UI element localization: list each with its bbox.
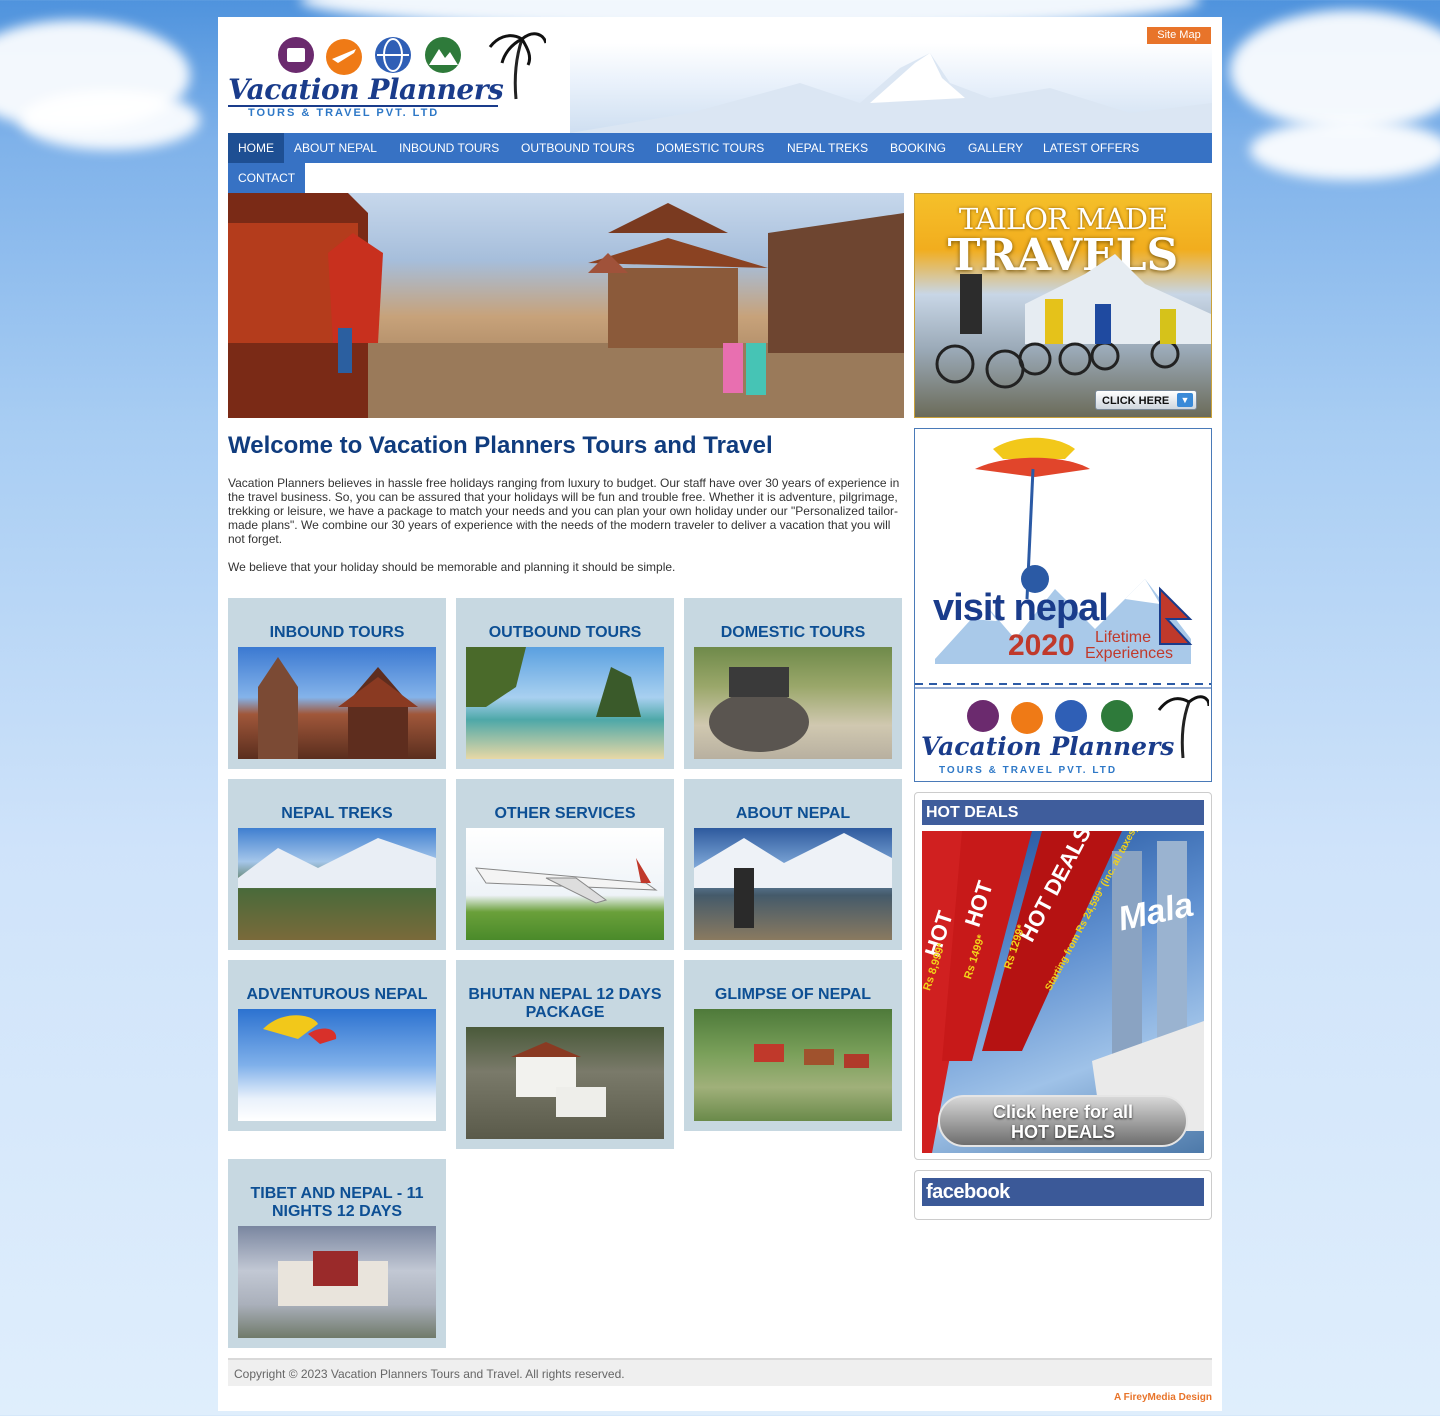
tile-bhutan-nepal-package[interactable]: BHUTAN NEPAL 12 DAYS PACKAGE bbox=[456, 960, 674, 1149]
tile-title: NEPAL TREKS bbox=[281, 805, 393, 822]
tile-image-nepal-treks[interactable] bbox=[238, 828, 436, 940]
elephant-safari-photo bbox=[709, 667, 809, 752]
hot-deals-title: HOT DEALS bbox=[922, 800, 1204, 825]
main-navigation: HOME ABOUT NEPAL INBOUND TOURS OUTBOUND … bbox=[228, 133, 1212, 193]
bg-cloud bbox=[20, 90, 200, 150]
click-here-button[interactable]: CLICK HERE ▼ bbox=[1095, 390, 1197, 410]
bg-cloud bbox=[1230, 10, 1440, 130]
nav-booking[interactable]: BOOKING bbox=[880, 133, 956, 163]
footer-copyright: Copyright © 2023 Vacation Planners Tours… bbox=[228, 1358, 1212, 1386]
sidebar-logo: Vacation Planners TOURS & TRAVEL PVT. LT… bbox=[921, 692, 1211, 780]
sidebar-logo-title: Vacation Planners bbox=[921, 732, 1175, 761]
tile-title: ADVENTUROUS NEPAL bbox=[246, 986, 428, 1003]
tile-about-nepal[interactable]: ABOUT NEPAL bbox=[684, 779, 902, 950]
facebook-widget: facebook bbox=[914, 1170, 1212, 1220]
airplane-photo bbox=[475, 858, 658, 904]
chevron-down-icon: ▼ bbox=[1177, 393, 1193, 407]
tile-image-inbound-tours[interactable] bbox=[238, 647, 436, 759]
tile-tibet-and-nepal[interactable]: TIBET AND NEPAL - 11 NIGHTS 12 DAYS bbox=[228, 1159, 446, 1348]
beach-photo bbox=[466, 647, 641, 717]
all-hot-deals-button[interactable]: Click here for all HOT DEALS bbox=[938, 1095, 1188, 1147]
hot-deals-image[interactable]: HOT HOT HOT DEALS Rs 8,999* Rs 1499* Rs … bbox=[922, 831, 1204, 1153]
tile-title: GLIMPSE OF NEPAL bbox=[714, 986, 872, 1003]
mountain-porter-photo bbox=[694, 833, 892, 928]
page-title: Welcome to Vacation Planners Tours and T… bbox=[228, 432, 773, 459]
tile-nepal-treks[interactable]: NEPAL TREKS bbox=[228, 779, 446, 950]
bg-cloud bbox=[1250, 120, 1440, 180]
nav-domestic-tours[interactable]: DOMESTIC TOURS bbox=[646, 133, 774, 163]
tile-title: TIBET AND NEPAL - 11 NIGHTS 12 DAYS bbox=[250, 1185, 424, 1220]
village-photo bbox=[754, 1044, 869, 1068]
nav-inbound-tours[interactable]: INBOUND TOURS bbox=[389, 133, 509, 163]
sidebar-logo-subtitle: TOURS & TRAVEL PVT. LTD bbox=[939, 765, 1118, 776]
visit-nepal-tagline-2: Experiences bbox=[1085, 645, 1174, 662]
logo[interactable]: Vacation Planners TOURS & TRAVEL PVT. LT… bbox=[228, 27, 548, 123]
nav-home[interactable]: HOME bbox=[228, 133, 284, 163]
tile-image-domestic-tours[interactable] bbox=[694, 647, 892, 759]
nav-nepal-treks[interactable]: NEPAL TREKS bbox=[777, 133, 878, 163]
tile-image-glimpse-of-nepal[interactable] bbox=[694, 1009, 892, 1121]
tile-title: INBOUND TOURS bbox=[269, 624, 405, 641]
tile-title: DOMESTIC TOURS bbox=[720, 624, 866, 641]
temples-photo bbox=[258, 657, 418, 759]
intro-paragraph: Vacation Planners believes in hassle fre… bbox=[228, 476, 900, 546]
nav-gallery[interactable]: GALLERY bbox=[958, 133, 1033, 163]
tile-image-outbound-tours[interactable] bbox=[466, 647, 664, 759]
logo-title: Vacation Planners bbox=[228, 73, 504, 106]
paragliding-photo bbox=[263, 1015, 337, 1044]
intro-paragraph-2: We believe that your holiday should be m… bbox=[228, 560, 676, 574]
nav-contact[interactable]: CONTACT bbox=[228, 163, 305, 193]
mountain-illustration bbox=[570, 53, 1212, 133]
tile-title: OTHER SERVICES bbox=[494, 805, 636, 822]
site-map-link[interactable]: Site Map bbox=[1147, 27, 1211, 44]
trekkers-photo bbox=[238, 838, 436, 888]
nav-outbound-tours[interactable]: OUTBOUND TOURS bbox=[511, 133, 645, 163]
visit-nepal-year: 2020 bbox=[1008, 629, 1075, 662]
tile-domestic-tours[interactable]: DOMESTIC TOURS bbox=[684, 598, 902, 769]
tile-other-services[interactable]: OTHER SERVICES bbox=[456, 779, 674, 950]
tile-image-tibet[interactable] bbox=[238, 1226, 436, 1338]
tile-adventurous-nepal[interactable]: ADVENTUROUS NEPAL bbox=[228, 960, 446, 1131]
facebook-title[interactable]: facebook bbox=[922, 1178, 1204, 1206]
tile-glimpse-of-nepal[interactable]: GLIMPSE OF NEPAL bbox=[684, 960, 902, 1131]
tile-image-bhutan[interactable] bbox=[466, 1027, 664, 1139]
visit-nepal-brand: visit nepal bbox=[933, 587, 1109, 629]
nav-latest-offers[interactable]: LATEST OFFERS bbox=[1033, 133, 1149, 163]
hero-photo bbox=[228, 193, 904, 418]
click-here-label: CLICK HERE bbox=[1102, 395, 1170, 407]
page-container: Site Map Vacation Planners TOURS & TRAVE… bbox=[218, 17, 1222, 1411]
tile-title: BHUTAN NEPAL 12 DAYS PACKAGE bbox=[468, 986, 662, 1021]
tile-image-other-services[interactable] bbox=[466, 828, 664, 940]
cyclists-illustration bbox=[935, 254, 1211, 389]
hot-deals-widget: HOT DEALS HOT HOT HOT DEALS Rs 8,999* Rs… bbox=[914, 792, 1212, 1160]
designer-credit-link[interactable]: A FireyMedia Design bbox=[1114, 1392, 1212, 1403]
tile-title: OUTBOUND TOURS bbox=[488, 624, 642, 641]
tigers-nest-photo bbox=[511, 1042, 606, 1117]
logo-subtitle: TOURS & TRAVEL PVT. LTD bbox=[248, 107, 440, 119]
hero-image-bhaktapur bbox=[228, 193, 904, 418]
visit-nepal-banner[interactable]: visit nepal 2020 Lifetime Experiences Va… bbox=[914, 428, 1212, 782]
tile-title: ABOUT NEPAL bbox=[735, 805, 851, 822]
tile-image-about-nepal[interactable] bbox=[694, 828, 892, 940]
potala-palace-photo bbox=[278, 1251, 388, 1306]
tile-outbound-tours[interactable]: OUTBOUND TOURS bbox=[456, 598, 674, 769]
tile-image-adventurous-nepal[interactable] bbox=[238, 1009, 436, 1121]
nav-about-nepal[interactable]: ABOUT NEPAL bbox=[284, 133, 387, 163]
tile-inbound-tours[interactable]: INBOUND TOURS bbox=[228, 598, 446, 769]
header-mountain-graphic bbox=[570, 43, 1212, 133]
tailor-made-travels-banner[interactable]: TAILOR MADE TRAVELS CLICK HERE ▼ bbox=[914, 193, 1212, 418]
